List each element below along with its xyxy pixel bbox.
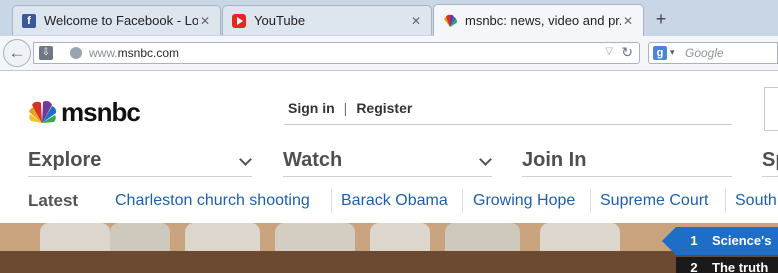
search-placeholder: Google <box>685 46 724 60</box>
menu-label: Watch <box>283 149 343 171</box>
register-link[interactable]: Register <box>356 100 412 116</box>
separator: | <box>343 100 348 116</box>
msnbc-logo[interactable]: msnbc <box>27 97 141 127</box>
trending-title: Science's <box>712 233 772 248</box>
menu-watch[interactable]: Watch <box>283 149 492 177</box>
chevron-down-icon <box>479 153 492 166</box>
menu-label: Sp <box>762 149 778 171</box>
site-search-box[interactable] <box>764 87 778 131</box>
trending-item-active[interactable]: 1 Science's <box>662 227 778 255</box>
trending-rank: 1 <box>690 233 698 248</box>
url-history-dropdown-icon[interactable]: ▽ <box>605 46 613 57</box>
page-content: msnbc Sign in | Register Explore Watch Joi… <box>0 71 778 273</box>
trending-title: The truth <box>712 260 769 273</box>
site-identity-icon[interactable] <box>70 47 82 59</box>
nbc-peacock-logo-icon <box>29 100 57 123</box>
nbc-peacock-icon <box>444 14 457 27</box>
tab-msnbc[interactable]: msnbc: news, video and pr... ✕ <box>433 4 644 36</box>
topic-divider <box>462 189 463 213</box>
new-tab-button[interactable]: + <box>649 9 673 29</box>
topic-link[interactable]: Barack Obama <box>341 192 448 210</box>
tab-facebook[interactable]: f Welcome to Facebook - Lo... ✕ <box>12 5 221 35</box>
topic-divider <box>590 189 591 213</box>
topic-link[interactable]: Growing Hope <box>473 192 575 210</box>
menu-label: Explore <box>28 149 102 171</box>
topic-link[interactable]: Supreme Court <box>600 192 709 210</box>
chevron-down-icon <box>239 153 252 166</box>
topic-divider <box>725 189 726 213</box>
tab-title: Welcome to Facebook - Lo... <box>44 13 198 28</box>
close-tab-icon[interactable]: ✕ <box>409 14 423 28</box>
nav-toolbar: ⇩ www.msnbc.com ▽ ↻ ← g ▾ Google <box>0 36 778 71</box>
account-links: Sign in | Register <box>284 100 732 125</box>
url-prefix: www. <box>89 46 118 60</box>
facebook-icon: f <box>22 13 36 28</box>
reload-icon[interactable]: ↻ <box>621 44 633 61</box>
tab-title: YouTube <box>254 13 306 28</box>
url-text: www.msnbc.com <box>89 46 179 60</box>
tab-strip: f Welcome to Facebook - Lo... ✕ YouTube … <box>0 0 778 36</box>
tab-title: msnbc: news, video and pr... <box>465 13 621 28</box>
search-bar[interactable]: g ▾ Google <box>648 42 778 64</box>
trending-item[interactable]: 2 The truth <box>676 257 778 273</box>
topic-link[interactable]: South <box>735 192 777 210</box>
menu-sports[interactable]: Sp <box>762 149 778 177</box>
back-button[interactable]: ← <box>3 39 31 67</box>
menu-join-in[interactable]: Join In <box>522 149 732 177</box>
topic-link[interactable]: Charleston church shooting <box>115 192 310 210</box>
search-engine-dropdown-icon[interactable]: ▾ <box>670 47 675 58</box>
menu-label: Join In <box>522 149 587 171</box>
sign-in-link[interactable]: Sign in <box>288 100 335 116</box>
url-domain: msnbc.com <box>117 46 180 60</box>
brand-name: msnbc <box>61 97 141 127</box>
close-tab-icon[interactable]: ✕ <box>621 14 635 28</box>
address-bar[interactable]: ⇩ www.msnbc.com ▽ ↻ <box>33 42 640 64</box>
menu-explore[interactable]: Explore <box>28 149 252 177</box>
youtube-icon <box>232 13 246 28</box>
close-tab-icon[interactable]: ✕ <box>198 14 212 28</box>
latest-label: Latest <box>28 191 79 210</box>
downloads-icon[interactable]: ⇩ <box>39 46 53 60</box>
trending-rank: 2 <box>690 260 698 273</box>
back-arrow-icon: ← <box>8 43 26 62</box>
google-search-engine-icon[interactable]: g <box>653 46 667 60</box>
topic-divider <box>331 189 332 213</box>
tab-youtube[interactable]: YouTube ✕ <box>222 5 432 35</box>
